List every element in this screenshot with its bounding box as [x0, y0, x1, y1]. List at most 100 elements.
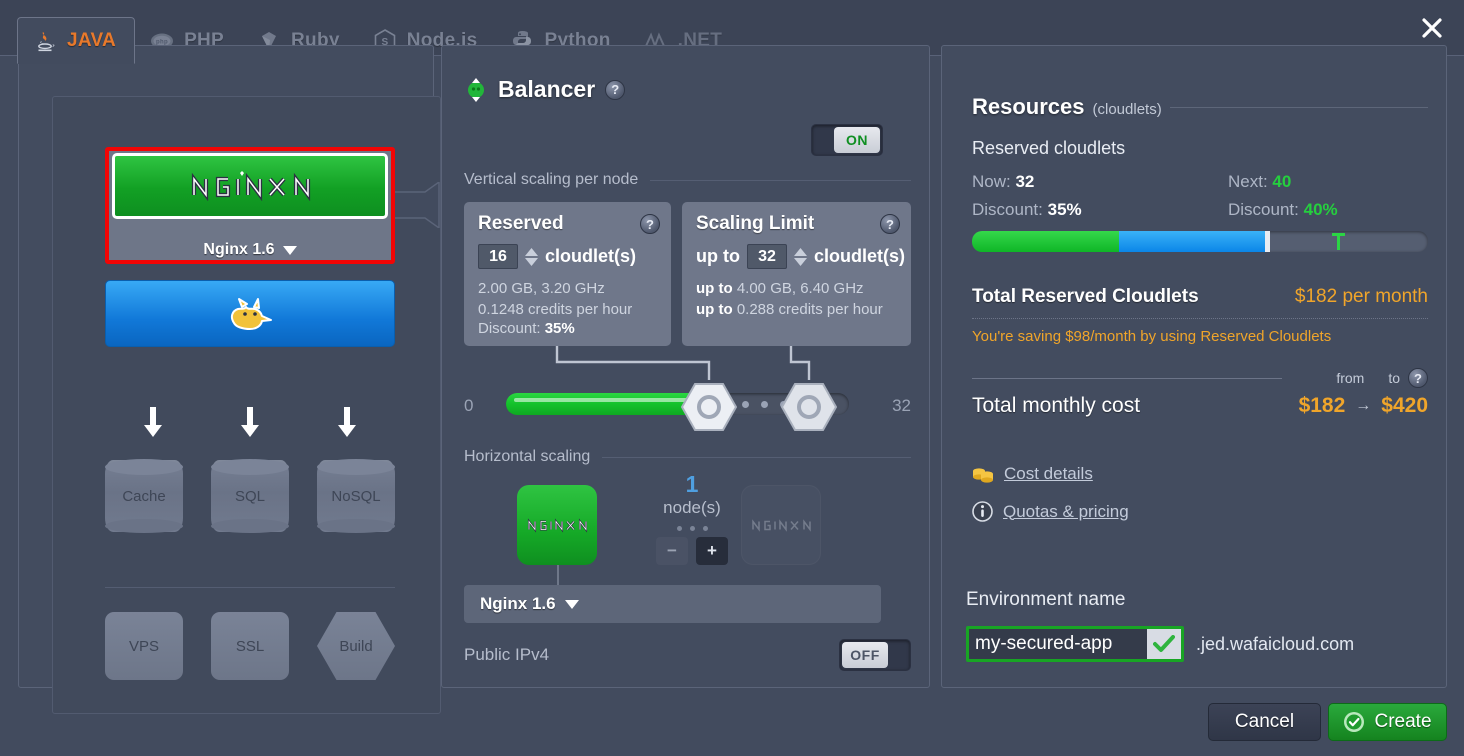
- scaling-limit-stepper[interactable]: [793, 247, 807, 266]
- section-rule: [650, 179, 911, 181]
- scaling-limit-credits-prefix: up to: [696, 301, 733, 318]
- stepper-up-icon: [525, 247, 538, 256]
- stepper-up-icon: [793, 247, 807, 256]
- scaling-limit-spec-prefix: up to: [696, 280, 733, 297]
- vertical-scaling-section-label: Vertical scaling per node: [464, 171, 911, 189]
- now-row: Now: 32: [972, 172, 1034, 192]
- section-rule: [1169, 107, 1428, 108]
- now-label: Now:: [972, 172, 1011, 191]
- horizontal-node-placeholder[interactable]: [741, 485, 821, 565]
- environment-name-input[interactable]: [969, 629, 1147, 659]
- create-button[interactable]: Create: [1328, 703, 1447, 741]
- reserved-card-title: Reserved: [478, 213, 564, 234]
- vertical-scaling-label-text: Vertical scaling per node: [464, 171, 639, 188]
- environment-valid-indicator: [1147, 629, 1181, 659]
- to-label: to: [1388, 370, 1400, 386]
- reserved-card: Reserved ? 16 cloudlet(s) 2.00 GB, 3.20 …: [464, 202, 671, 346]
- environment-name-field-group: [966, 626, 1184, 662]
- horizontal-scaling-controls: 1 node(s) − +: [464, 471, 911, 587]
- discount-next-row: Discount: 40%: [1228, 200, 1338, 220]
- discount-next-value: 40%: [1303, 200, 1338, 219]
- environment-name-row: .jed.wafaicloud.com: [966, 626, 1354, 662]
- scaling-limit-help-icon[interactable]: ?: [880, 214, 900, 234]
- next-label: Next:: [1228, 172, 1268, 191]
- reserved-specs: 2.00 GB, 3.20 GHz 0.1248 credits per hou…: [478, 278, 632, 320]
- arrow-down-icon: [337, 407, 356, 437]
- horizontal-node-active[interactable]: [517, 485, 597, 565]
- node-increase-button[interactable]: +: [696, 537, 728, 565]
- node-decrease-button[interactable]: −: [656, 537, 688, 565]
- quotas-pricing-link[interactable]: Quotas & pricing: [1003, 502, 1129, 522]
- close-x-glyph: [1422, 18, 1442, 38]
- cost-details-link-row[interactable]: Cost details: [972, 464, 1093, 484]
- check-circle-icon: [1344, 712, 1365, 732]
- resources-title: Resources: [972, 94, 1085, 119]
- check-icon: [1153, 635, 1175, 652]
- slider-reserved-handle[interactable]: [681, 382, 737, 432]
- discount-next-label: Discount:: [1228, 200, 1299, 219]
- balancer-toggle-knob: ON: [834, 127, 880, 153]
- savings-suffix: by using Reserved Cloudlets: [1136, 328, 1332, 345]
- vps-node[interactable]: VPS: [105, 612, 183, 680]
- tab-java[interactable]: JAVA: [17, 17, 136, 64]
- scaling-limit-prefix: up to: [696, 246, 740, 266]
- reserved-cloudlets-input[interactable]: 16: [478, 244, 518, 269]
- topology-arrows: [105, 407, 395, 437]
- balancer-toggle[interactable]: ON: [811, 124, 883, 156]
- arrow-down-icon: [240, 407, 259, 437]
- stepper-down-icon: [793, 257, 807, 266]
- chevron-down-icon: [564, 599, 579, 609]
- scaling-limit-credits-value: 0.288 credits per hour: [736, 301, 883, 318]
- cancel-button[interactable]: Cancel: [1208, 703, 1321, 741]
- balancer-title: Balancer: [498, 76, 596, 102]
- vertical-scaling-slider[interactable]: 0 32: [464, 346, 911, 432]
- create-button-label: Create: [1374, 711, 1432, 732]
- node-count-buttons: − +: [656, 537, 728, 565]
- public-ipv4-label: Public IPv4: [464, 645, 550, 664]
- nginx-version-select[interactable]: Nginx 1.6: [464, 585, 881, 623]
- topology-panel: Nginx 1.6 Cache SQL NoSQL VPS SSL Build: [18, 45, 441, 714]
- balancer-help-icon[interactable]: ?: [605, 79, 626, 100]
- java-icon: [38, 31, 55, 51]
- tomcat-app-node[interactable]: [105, 280, 395, 347]
- discount-now-label: Discount:: [972, 200, 1043, 219]
- cost-help-icon[interactable]: ?: [1408, 368, 1428, 388]
- build-node-label: Build: [339, 637, 373, 655]
- total-cost-to: $420: [1381, 394, 1428, 417]
- cache-node[interactable]: Cache: [105, 459, 183, 533]
- cost-details-link[interactable]: Cost details: [1004, 464, 1093, 484]
- total-monthly-cost-label: Total monthly cost: [972, 394, 1141, 417]
- close-icon[interactable]: [1414, 10, 1450, 46]
- ssl-node[interactable]: SSL: [211, 612, 289, 680]
- node-count-dots: [676, 526, 708, 531]
- total-reserved-label: Total Reserved Cloudlets: [972, 286, 1199, 307]
- scaling-limit-specs: up to 4.00 GB, 6.40 GHz up to 0.288 cred…: [696, 278, 883, 320]
- cost-arrow-icon: →: [1355, 397, 1372, 414]
- scaling-limit-spec-line: up to 4.00 GB, 6.40 GHz: [696, 278, 883, 299]
- nginx-version-select-value: Nginx 1.6: [480, 594, 556, 613]
- bar-next-marker: [1332, 233, 1345, 250]
- nosql-node[interactable]: NoSQL: [317, 459, 395, 533]
- from-to-labels: from to ?: [1336, 368, 1428, 388]
- total-monthly-cost-values: $182 → $420: [1299, 394, 1428, 418]
- nosql-node-label: NoSQL: [331, 487, 381, 505]
- public-ipv4-toggle[interactable]: OFF: [839, 639, 911, 671]
- arrow-down-icon: [144, 407, 163, 437]
- tab-label: JAVA: [67, 29, 117, 51]
- tomcat-cat-icon: [230, 297, 272, 330]
- slider-limit-handle[interactable]: [781, 382, 837, 432]
- scaling-limit-input[interactable]: 32: [746, 244, 787, 269]
- build-node[interactable]: Build: [317, 612, 395, 680]
- reserved-discount-label: Discount:: [478, 320, 541, 337]
- reserved-help-icon[interactable]: ?: [640, 214, 660, 234]
- bar-reserved-segment: [972, 231, 1119, 252]
- sql-node[interactable]: SQL: [211, 459, 289, 533]
- reserved-stepper[interactable]: [525, 247, 538, 266]
- slider-reserved-fill: [506, 393, 706, 415]
- bar-scaling-segment: [1119, 231, 1265, 252]
- quotas-pricing-link-row[interactable]: Quotas & pricing: [972, 501, 1129, 522]
- environment-name-label: Environment name: [966, 589, 1126, 610]
- resources-panel: Resources (cloudlets) Reserved cloudlets…: [941, 45, 1447, 688]
- scaling-limit-unit-label: cloudlet(s): [813, 246, 905, 266]
- dotted-divider: [972, 318, 1428, 319]
